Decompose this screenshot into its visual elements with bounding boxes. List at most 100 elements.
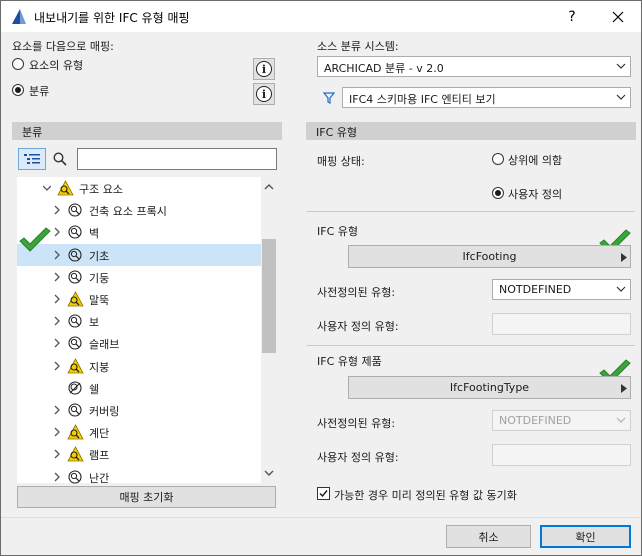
chevron-right-icon xyxy=(621,253,627,262)
status-parent-radio[interactable] xyxy=(492,153,504,165)
archicad-logo-icon xyxy=(12,9,26,24)
chevron-right-icon[interactable] xyxy=(53,205,61,215)
footer-divider xyxy=(1,517,641,518)
tree-item[interactable]: 보 xyxy=(17,310,261,332)
element-type-radio[interactable] xyxy=(12,58,24,70)
divider xyxy=(307,345,635,346)
source-system-dropdown[interactable]: ARCHICAD 분류 - v 2.0 xyxy=(317,56,631,77)
tree-item[interactable]: 커버링 xyxy=(17,399,261,421)
chevron-right-icon[interactable] xyxy=(53,338,61,348)
product-predefined-type-label: 사전정의된 유형: xyxy=(317,417,396,430)
classification-icon xyxy=(68,270,82,284)
product-predefined-type-value: NOTDEFINED xyxy=(499,414,572,427)
user-defined-type-input[interactable] xyxy=(492,313,631,335)
tree-item-label: 슬래브 xyxy=(89,338,120,352)
warning-classification-icon xyxy=(67,291,84,307)
classification-icon xyxy=(68,403,82,417)
entity-filter-dropdown[interactable]: IFC4 스키마용 IFC 엔티티 보기 xyxy=(342,87,631,108)
status-custom-label: 사용자 정의 xyxy=(508,188,563,201)
status-parent-label: 상위에 의함 xyxy=(508,154,563,167)
classification-icon xyxy=(68,248,82,262)
info-icon: i xyxy=(256,86,272,102)
help-button[interactable]: ? xyxy=(549,1,595,32)
tree-item-label: 말뚝 xyxy=(89,294,110,307)
tree-item[interactable]: 기둥 xyxy=(17,266,261,288)
sync-predefined-checkbox[interactable] xyxy=(317,487,330,500)
checkmark-icon xyxy=(319,490,328,498)
tree-scrollbar[interactable] xyxy=(261,177,277,483)
scrollbar-thumb[interactable] xyxy=(262,239,276,353)
classification-icon xyxy=(68,336,82,350)
mapping-status-label: 매핑 상태: xyxy=(317,155,365,168)
tree-list-icon xyxy=(24,154,40,164)
tree-item[interactable]: 말뚝 xyxy=(17,288,261,310)
tree-item-label: 난간 xyxy=(89,471,110,485)
tree-item[interactable]: 계단 xyxy=(17,421,261,443)
chevron-right-icon[interactable] xyxy=(53,472,61,482)
product-predefined-type-dropdown: NOTDEFINED xyxy=(492,410,631,431)
divider xyxy=(307,211,635,212)
sync-predefined-label: 가능한 경우 미리 정의된 유형 값 동기화 xyxy=(334,489,517,502)
chevron-down-icon xyxy=(616,417,626,423)
mapped-checkmark-icon xyxy=(19,227,51,252)
map-elements-label: 요소를 다음으로 매핑: xyxy=(12,40,114,53)
status-custom-radio[interactable] xyxy=(492,187,504,199)
info-icon: i xyxy=(256,61,272,77)
search-input[interactable] xyxy=(77,148,277,170)
tree-item-label: 커버링 xyxy=(89,405,120,418)
chevron-right-icon[interactable] xyxy=(53,227,61,237)
element-type-option-label: 요소의 유형 xyxy=(29,59,84,72)
classification-tree: 구조 요소 건축 요소 프록시벽기초기둥말뚝보슬래브지붕쉘커버링계단램프난간 xyxy=(17,177,277,485)
tree-item[interactable]: 구조 요소 xyxy=(17,177,261,199)
tree-item-label: 기둥 xyxy=(89,271,110,285)
title-bar: 내보내기를 위한 IFC 유형 매핑 ? xyxy=(1,1,641,32)
classification-radio[interactable] xyxy=(12,84,24,96)
chevron-right-icon[interactable] xyxy=(53,316,61,326)
tree-item-label: 기초 xyxy=(89,249,110,263)
tree-item[interactable]: 슬래브 xyxy=(17,332,261,354)
ifc-type-value: IfcFooting xyxy=(462,250,517,263)
tree-item[interactable]: 벽 xyxy=(17,221,261,243)
tree-item-label: 램프 xyxy=(89,449,110,463)
reset-mapping-button[interactable]: 매핑 초기화 xyxy=(17,486,276,508)
tree-item-label: 지붕 xyxy=(89,360,110,374)
chevron-right-icon[interactable] xyxy=(53,361,61,371)
source-system-label: 소스 분류 시스템: xyxy=(317,40,399,53)
predefined-type-dropdown[interactable]: NOTDEFINED xyxy=(492,279,631,300)
tree-item-label: 벽 xyxy=(89,227,100,241)
product-user-defined-type-label: 사용자 정의 유형: xyxy=(317,451,399,464)
ifc-product-selector-button[interactable]: IfcFootingType xyxy=(348,376,631,399)
ifc-product-value: IfcFootingType xyxy=(449,381,530,394)
classification-icon xyxy=(68,203,82,217)
warning-classification-icon xyxy=(67,446,84,462)
ifc-type-selector-button[interactable]: IfcFooting xyxy=(348,245,631,268)
tree-view-toggle[interactable] xyxy=(18,148,46,170)
tree-item-label: 보 xyxy=(89,316,100,330)
scroll-down-icon[interactable] xyxy=(264,469,274,477)
tree-item[interactable]: 기초 xyxy=(17,243,261,266)
tree-item[interactable]: 건축 요소 프록시 xyxy=(17,199,261,221)
product-user-defined-type-input[interactable] xyxy=(492,444,631,466)
tree-item[interactable]: 난간 xyxy=(17,466,261,488)
classification-info-button[interactable]: i xyxy=(253,83,275,105)
chevron-right-icon[interactable] xyxy=(53,272,61,282)
cancel-button[interactable]: 취소 xyxy=(446,525,531,548)
ifc-type-section-label: IFC 유형 xyxy=(317,225,358,238)
tree-item[interactable]: 지붕 xyxy=(17,355,261,377)
chevron-down-icon[interactable] xyxy=(43,183,51,193)
ok-button[interactable]: 확인 xyxy=(540,525,631,548)
tree-item[interactable]: 쉘 xyxy=(17,377,261,399)
tree-item-label: 계단 xyxy=(89,427,110,441)
ifc-product-section-label: IFC 유형 제품 xyxy=(317,355,382,368)
warning-classification-icon xyxy=(67,424,84,440)
close-button[interactable] xyxy=(595,1,641,32)
scroll-up-icon[interactable] xyxy=(264,183,274,191)
excluded-classification-icon xyxy=(68,381,82,395)
chevron-right-icon[interactable] xyxy=(53,405,61,415)
chevron-right-icon[interactable] xyxy=(53,250,61,260)
element-type-info-button[interactable]: i xyxy=(253,58,275,80)
tree-item[interactable]: 램프 xyxy=(17,443,261,465)
chevron-right-icon[interactable] xyxy=(53,294,61,304)
chevron-right-icon[interactable] xyxy=(53,427,61,437)
chevron-right-icon[interactable] xyxy=(53,449,61,459)
